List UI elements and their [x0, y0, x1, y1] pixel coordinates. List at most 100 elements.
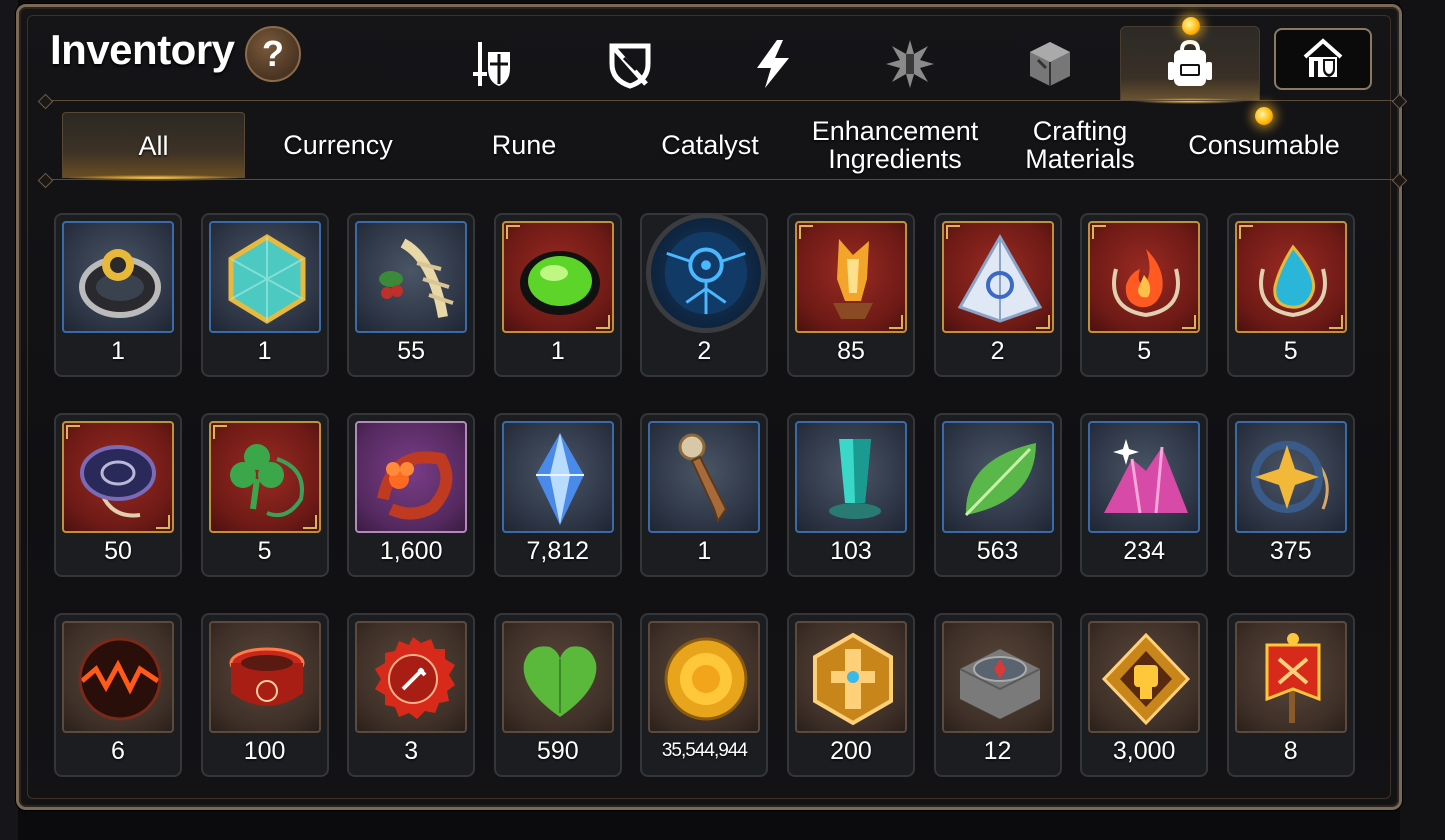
notification-dot [1255, 107, 1273, 125]
item-slot [648, 621, 761, 733]
broken-shield-category-icon[interactable] [590, 30, 670, 98]
leaf-icon [964, 443, 1036, 517]
item-card[interactable]: 35,544,944 [640, 613, 769, 777]
tabs-divider [37, 172, 1408, 189]
item-card[interactable]: 590 [493, 613, 622, 777]
item-card[interactable]: 1,600 [347, 413, 476, 577]
item-card[interactable]: 2 [933, 213, 1062, 377]
item-card[interactable]: 100 [200, 613, 329, 777]
item-grid: 1 1 55 1 2 85 2 5 5 50 5 1,600 7,812 1 1… [54, 213, 1355, 777]
item-slot [794, 621, 907, 733]
gem-icon [228, 234, 306, 324]
item-card[interactable]: 50 [54, 413, 182, 577]
item-card[interactable]: 2 [640, 213, 769, 377]
item-slot [501, 421, 614, 533]
item-slot [62, 621, 174, 733]
item-count: 7,812 [526, 536, 590, 565]
item-slot [1234, 621, 1347, 733]
lightning-category-icon[interactable] [733, 30, 813, 98]
item-count: 100 [243, 736, 286, 765]
item-count: 55 [397, 336, 426, 365]
item-slot [941, 621, 1054, 733]
item-card[interactable]: 5 [1080, 213, 1209, 377]
item-slot [355, 621, 468, 733]
tab-crafting-materials[interactable]: Crafting Materials [988, 112, 1172, 178]
item-card[interactable]: 55 [347, 213, 476, 377]
item-card[interactable]: 3,000 [1080, 613, 1209, 777]
item-count: 103 [830, 536, 872, 565]
tab-enhancement-ingredients[interactable]: Enhancement Ingredients [803, 112, 987, 178]
item-slot [355, 221, 468, 333]
item-card[interactable]: 12 [933, 613, 1062, 777]
item-card[interactable]: 1 [640, 413, 769, 577]
help-button[interactable]: ? [245, 26, 301, 82]
item-count: 3 [404, 736, 419, 765]
item-card[interactable]: 234 [1080, 413, 1209, 577]
item-card[interactable]: 8 [1226, 613, 1355, 777]
item-slot [62, 221, 174, 333]
gold-emblem-icon [812, 632, 893, 726]
item-count: 2 [697, 336, 712, 365]
tab-all[interactable]: All [62, 112, 245, 181]
item-slot [794, 421, 907, 533]
item-card[interactable]: 5 [200, 413, 329, 577]
item-count: 85 [837, 336, 865, 365]
fire-amulet-icon [1112, 249, 1181, 318]
item-count: 12 [983, 736, 1012, 765]
item-card[interactable]: 3 [347, 613, 476, 777]
guild-button[interactable] [1274, 28, 1372, 90]
header-divider [37, 93, 1408, 110]
background-right-strip [1400, 0, 1445, 840]
pendulum-icon [678, 433, 728, 524]
item-slot [208, 621, 321, 733]
cube-category-icon[interactable] [1010, 30, 1090, 98]
item-count: 1 [697, 536, 712, 565]
lava-orb-icon [78, 637, 162, 721]
item-card[interactable]: 5 [1226, 213, 1355, 377]
flower-ring-icon [377, 451, 453, 520]
tab-catalyst[interactable]: Catalyst [618, 112, 802, 178]
item-card[interactable]: 1 [493, 213, 622, 377]
notification-dot [1182, 17, 1200, 35]
tab-rune[interactable]: Rune [432, 112, 616, 178]
item-count: 1,600 [379, 536, 443, 565]
water-amulet-icon [1258, 244, 1327, 318]
item-count: 200 [830, 736, 872, 765]
star-amulet-icon [1250, 441, 1329, 513]
item-card[interactable]: 6 [54, 613, 182, 777]
item-slot [941, 221, 1054, 333]
green-orb-icon [519, 251, 600, 315]
item-card[interactable]: 563 [933, 413, 1062, 577]
item-card[interactable]: 1 [54, 213, 182, 377]
item-card[interactable]: 7,812 [493, 413, 622, 577]
pink-ore-icon [1104, 439, 1189, 514]
item-slot [941, 421, 1054, 533]
burst-category-icon[interactable] [870, 30, 950, 98]
teal-crystal-icon [828, 439, 881, 519]
item-count: 1 [550, 336, 565, 365]
backpack-category-icon[interactable] [1150, 30, 1230, 98]
blue-crystal-icon [535, 433, 584, 525]
item-card[interactable]: 85 [786, 213, 915, 377]
item-card[interactable]: 1 [200, 213, 329, 377]
item-slot [1088, 221, 1201, 333]
equipment-category-icon[interactable] [450, 30, 530, 98]
item-slot [501, 621, 614, 733]
item-slot [1234, 421, 1347, 533]
item-count: 563 [976, 536, 1019, 565]
item-count: 590 [536, 736, 579, 765]
item-count: 2 [990, 336, 1005, 365]
item-slot [794, 221, 907, 333]
tab-currency[interactable]: Currency [246, 112, 430, 178]
item-slot [1234, 221, 1347, 333]
item-slot [501, 221, 614, 333]
fist-badge-icon [1102, 632, 1191, 726]
item-slot [208, 221, 321, 333]
item-slot [62, 421, 174, 533]
page-title: Inventory [50, 26, 235, 73]
red-band-icon [229, 647, 305, 706]
item-card[interactable]: 200 [786, 613, 915, 777]
item-count: 1 [257, 336, 272, 365]
item-card[interactable]: 375 [1226, 413, 1355, 577]
item-card[interactable]: 103 [786, 413, 915, 577]
